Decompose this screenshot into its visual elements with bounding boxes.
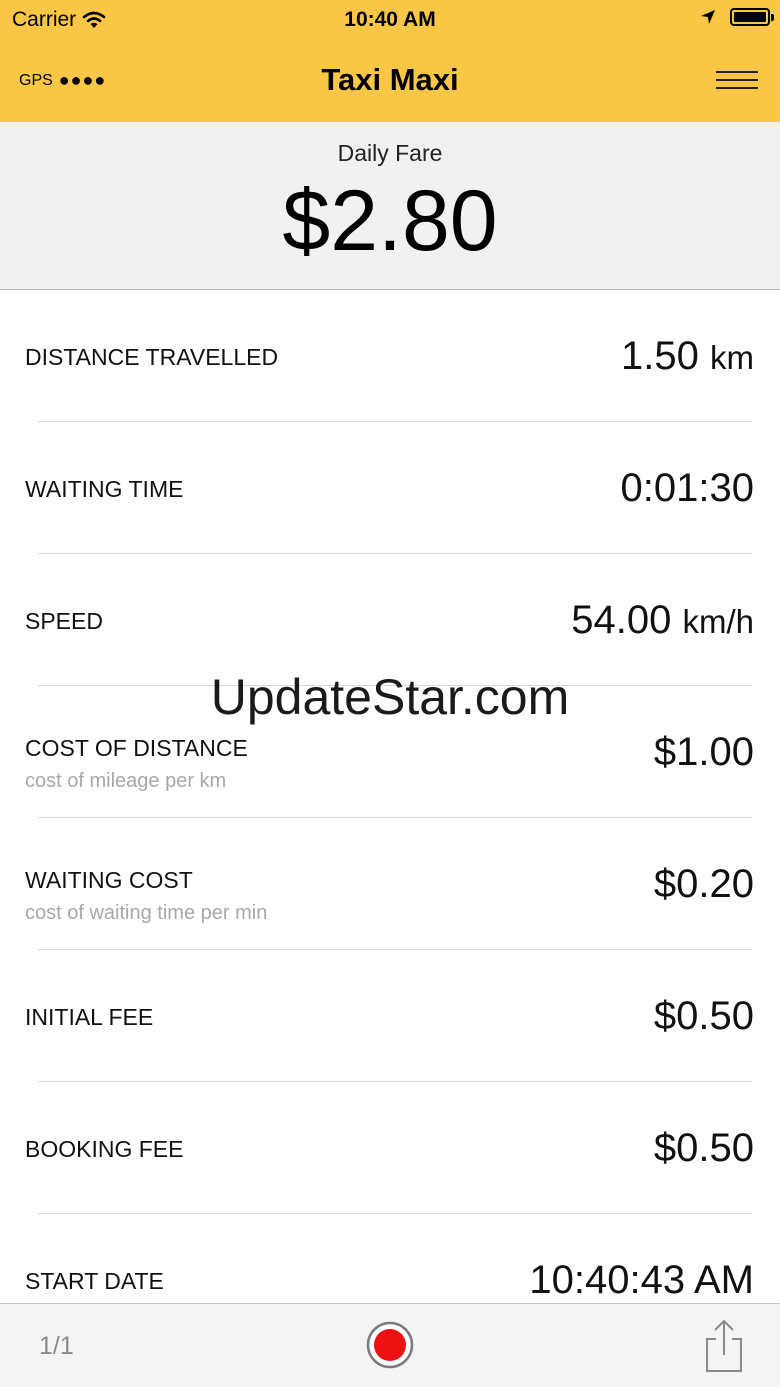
- row-waiting-cost: WAITING COST cost of waiting time per mi…: [0, 818, 780, 950]
- battery-icon: [730, 8, 774, 26]
- row-value: 1.50 km: [621, 334, 754, 378]
- row-value: $0.50: [653, 994, 754, 1038]
- row-label: INITIAL FEE: [25, 1004, 154, 1030]
- row-label: BOOKING FEE: [25, 1136, 184, 1162]
- nav-bar: GPS ●●●● Taxi Maxi: [0, 40, 780, 122]
- row-label: DISTANCE TRAVELLED: [25, 344, 279, 370]
- fare-summary: Daily Fare $2.80: [0, 122, 780, 290]
- row-value: $0.20: [653, 862, 754, 906]
- row-label: SPEED: [25, 608, 103, 634]
- row-label: COST OF DISTANCE: [25, 735, 248, 761]
- row-cost-of-distance: COST OF DISTANCE cost of mileage per km …: [0, 686, 780, 818]
- row-label: WAITING COST: [25, 867, 193, 893]
- row-sublabel: cost of waiting time per min: [25, 902, 268, 924]
- row-sublabel: cost of mileage per km: [25, 770, 227, 792]
- record-icon: [366, 1321, 414, 1369]
- menu-button[interactable]: [716, 68, 758, 92]
- row-value: 10:40:43 AM: [529, 1258, 754, 1302]
- row-unit: km: [710, 339, 754, 376]
- row-label: START DATE: [25, 1268, 164, 1294]
- row-waiting-time: WAITING TIME 0:01:30: [0, 422, 780, 554]
- fare-amount: $2.80: [282, 173, 498, 269]
- status-right: [700, 8, 774, 26]
- bottom-toolbar: 1/1: [0, 1303, 780, 1387]
- row-initial-fee: INITIAL FEE $0.50: [0, 950, 780, 1082]
- row-label: WAITING TIME: [25, 476, 184, 502]
- status-time: 10:40 AM: [344, 8, 436, 31]
- share-icon: [706, 1319, 742, 1372]
- app-title: Taxi Maxi: [321, 62, 459, 97]
- location-arrow-icon: [701, 10, 715, 24]
- share-button[interactable]: [703, 1319, 745, 1373]
- row-value: 0:01:30: [620, 466, 754, 510]
- page-indicator: 1/1: [39, 1332, 74, 1360]
- record-button[interactable]: [366, 1321, 414, 1369]
- row-value: $0.50: [653, 1126, 754, 1170]
- row-value: 54.00 km/h: [571, 598, 754, 642]
- fare-label: Daily Fare: [337, 140, 443, 166]
- row-distance-travelled: DISTANCE TRAVELLED 1.50 km: [0, 290, 780, 422]
- row-unit: km/h: [682, 603, 754, 640]
- status-bar: Carrier 10:40 AM: [0, 0, 780, 40]
- row-speed: SPEED 54.00 km/h: [0, 554, 780, 686]
- fare-details-list: DISTANCE TRAVELLED 1.50 km WAITING TIME …: [0, 290, 780, 1346]
- row-value: $1.00: [653, 730, 754, 774]
- hamburger-menu-icon: [716, 71, 758, 89]
- row-booking-fee: BOOKING FEE $0.50: [0, 1082, 780, 1214]
